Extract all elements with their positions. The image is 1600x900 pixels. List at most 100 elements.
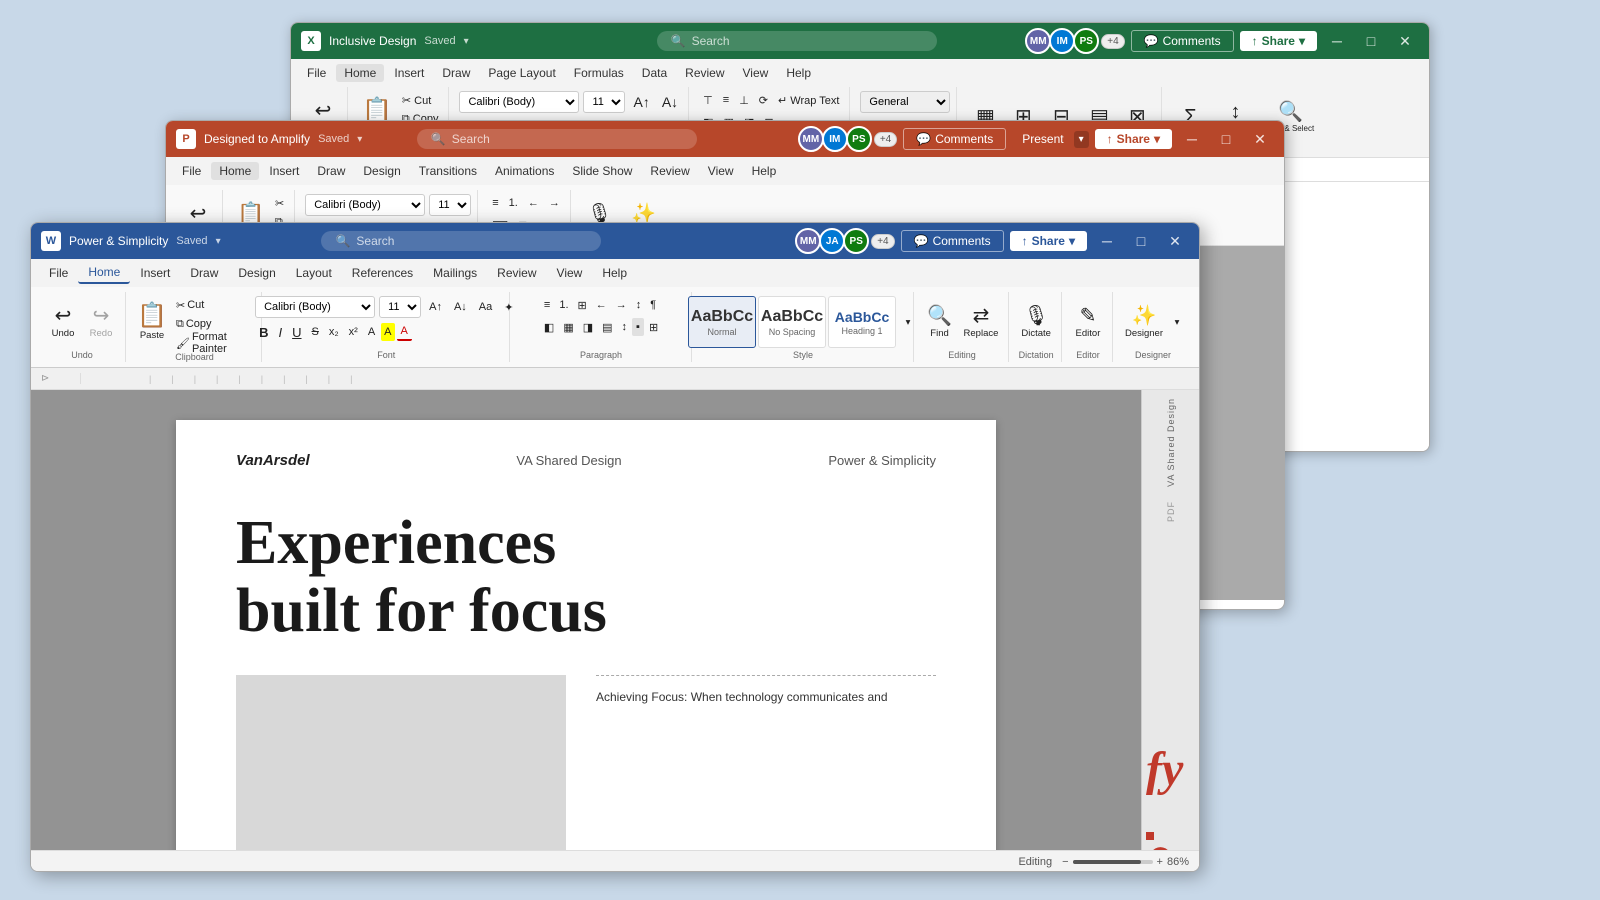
word-text-effects-btn[interactable]: A [364, 323, 379, 341]
excel-maximize-btn[interactable]: □ [1357, 27, 1385, 55]
word-replace-btn[interactable]: ⇄ Replace [960, 296, 1003, 348]
ppt-size-select[interactable]: 11 [429, 194, 471, 216]
excel-menu-review[interactable]: Review [677, 64, 732, 82]
word-share-btn[interactable]: ↑ Share ▾ [1010, 231, 1087, 251]
word-multilevel-btn[interactable]: ⊞ [574, 296, 591, 314]
excel-number-format-select[interactable]: General [860, 91, 950, 113]
word-justify-btn[interactable]: ▤ [598, 318, 616, 336]
ppt-menu-view[interactable]: View [700, 162, 742, 180]
word-search-box[interactable]: 🔍 Search [321, 231, 601, 251]
word-menu-help[interactable]: Help [592, 263, 637, 283]
word-format-painter-btn[interactable]: 🖌Format Painter [172, 334, 255, 352]
excel-size-select[interactable]: 11 [583, 91, 625, 113]
excel-menu-file[interactable]: File [299, 64, 334, 82]
ppt-bullet-btn[interactable]: ≡ [488, 194, 502, 212]
excel-comments-btn[interactable]: 💬 Comments [1131, 30, 1234, 52]
word-shading-btn[interactable]: ▪ [632, 318, 644, 336]
excel-wrap-text-btn[interactable]: ↵ Wrap Text [774, 91, 843, 109]
excel-menu-home[interactable]: Home [336, 64, 384, 82]
excel-menu-help[interactable]: Help [778, 64, 819, 82]
word-bold-btn[interactable]: B [255, 323, 272, 341]
word-font-select[interactable]: Calibri (Body) [255, 296, 375, 318]
ppt-menu-slideshow[interactable]: Slide Show [564, 162, 640, 180]
ppt-menu-transitions[interactable]: Transitions [411, 162, 485, 180]
word-menu-references[interactable]: References [342, 263, 423, 283]
word-dec-indent-btn[interactable]: ← [592, 296, 611, 314]
ppt-cut-btn[interactable]: ✂ [271, 194, 288, 212]
word-size-select[interactable]: 11 [379, 296, 421, 318]
excel-grow-font-btn[interactable]: A↑ [629, 93, 653, 111]
ppt-share-btn[interactable]: ↑ Share ▾ [1095, 129, 1172, 149]
word-find-btn[interactable]: 🔍 Find [922, 296, 958, 348]
word-menu-review[interactable]: Review [487, 263, 546, 283]
excel-align-bot-btn[interactable]: ⊥ [735, 91, 753, 109]
word-doc-scroll[interactable]: VanArsdel VA Shared Design Power & Simpl… [31, 390, 1141, 850]
word-style-heading1[interactable]: AaBbCc Heading 1 [828, 296, 896, 348]
word-align-left-btn[interactable]: ◧ [540, 318, 558, 336]
word-zoom-control[interactable]: − + 86% [1062, 856, 1189, 868]
word-line-spacing-btn[interactable]: ↕ [618, 318, 632, 336]
word-para-marks-btn[interactable]: ¶ [646, 296, 660, 314]
word-align-cen-btn[interactable]: ▦ [559, 318, 577, 336]
ppt-menu-insert[interactable]: Insert [261, 162, 307, 180]
word-designer-btn[interactable]: ✨ Designer [1121, 296, 1167, 348]
word-numlist-btn[interactable]: 1. [555, 296, 572, 314]
word-borders-btn[interactable]: ⊞ [645, 318, 662, 336]
ppt-menu-review[interactable]: Review [642, 162, 697, 180]
word-close-btn[interactable]: ✕ [1161, 227, 1189, 255]
word-grow-font-btn[interactable]: A↑ [425, 298, 446, 316]
word-menu-view[interactable]: View [547, 263, 593, 283]
excel-menu-pagelayout[interactable]: Page Layout [480, 64, 563, 82]
word-style-normal[interactable]: AaBbCc Normal [688, 296, 756, 348]
excel-menu-formulas[interactable]: Formulas [566, 64, 632, 82]
excel-text-angle-btn[interactable]: ⟳ [755, 91, 772, 109]
word-shrink-font-btn[interactable]: A↓ [450, 298, 471, 316]
word-designer-more-btn[interactable]: ▾ [1169, 296, 1185, 348]
ppt-minimize-btn[interactable]: ─ [1178, 125, 1206, 153]
word-change-case-btn[interactable]: Aa [475, 298, 496, 316]
excel-align-top-btn[interactable]: ⊤ [699, 91, 717, 109]
excel-font-select[interactable]: Calibri (Body) [459, 91, 579, 113]
ppt-close-btn[interactable]: ✕ [1246, 125, 1274, 153]
word-align-right-btn[interactable]: ◨ [579, 318, 597, 336]
word-editor-btn[interactable]: ✎ Editor [1070, 296, 1106, 348]
word-menu-insert[interactable]: Insert [130, 263, 180, 283]
excel-cut-btn[interactable]: ✂ Cut [398, 91, 443, 109]
word-menu-layout[interactable]: Layout [286, 263, 342, 283]
ppt-menu-draw[interactable]: Draw [309, 162, 353, 180]
word-menu-draw[interactable]: Draw [180, 263, 228, 283]
ppt-num-list-btn[interactable]: 1. [505, 194, 522, 212]
word-menu-mailings[interactable]: Mailings [423, 263, 487, 283]
excel-align-mid-btn[interactable]: ≡ [719, 91, 733, 109]
excel-menu-draw[interactable]: Draw [434, 64, 478, 82]
word-comments-btn[interactable]: 💬 Comments [901, 230, 1004, 252]
word-style-nospacing[interactable]: AaBbCc No Spacing [758, 296, 826, 348]
ppt-present-btn[interactable]: Present [1012, 129, 1073, 149]
ppt-indent-dec-btn[interactable]: ← [524, 194, 543, 212]
ppt-menu-help[interactable]: Help [744, 162, 785, 180]
word-menu-design[interactable]: Design [228, 263, 285, 283]
ppt-present-chevron[interactable]: ▾ [1074, 131, 1089, 148]
excel-menu-data[interactable]: Data [634, 64, 675, 82]
word-paste-btn[interactable]: 📋 Paste [134, 296, 170, 348]
word-minimize-btn[interactable]: ─ [1093, 227, 1121, 255]
word-maximize-btn[interactable]: □ [1127, 227, 1155, 255]
ppt-indent-inc-btn[interactable]: → [545, 194, 564, 212]
ppt-menu-file[interactable]: File [174, 162, 209, 180]
ppt-search-box[interactable]: 🔍 Search [417, 129, 697, 149]
word-menu-file[interactable]: File [39, 263, 78, 283]
word-dictate-btn[interactable]: 🎙 Dictate [1017, 296, 1055, 348]
excel-close-btn[interactable]: ✕ [1391, 27, 1419, 55]
word-redo-btn[interactable]: ↪ Redo [83, 296, 119, 348]
ppt-menu-animations[interactable]: Animations [487, 162, 562, 180]
excel-share-btn[interactable]: ↑ Share ▾ [1240, 31, 1317, 51]
excel-menu-insert[interactable]: Insert [386, 64, 432, 82]
ppt-menu-home[interactable]: Home [211, 162, 259, 180]
ppt-comments-btn[interactable]: 💬 Comments [903, 128, 1006, 150]
word-sup-btn[interactable]: x² [345, 323, 362, 341]
word-cut-btn[interactable]: ✂Cut [172, 296, 255, 314]
excel-minimize-btn[interactable]: ─ [1323, 27, 1351, 55]
ppt-menu-design[interactable]: Design [355, 162, 408, 180]
word-undo-btn[interactable]: ↩ Undo [45, 296, 81, 348]
ppt-font-select[interactable]: Calibri (Body) [305, 194, 425, 216]
